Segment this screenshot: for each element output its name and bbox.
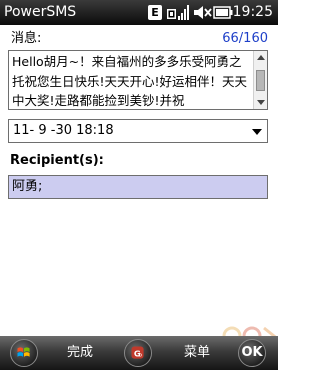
svg-text:b: b [138,353,142,359]
schedule-date-value: 11- 9 -30 18:18 [13,123,114,138]
message-label: 消息: [11,31,42,46]
windows-logo-icon [17,347,30,357]
message-text: Hello胡月~！来自福州的多多乐受阿勇之托祝您生日快乐!天天开心!好运相伴！天… [12,54,248,108]
softkey-bar: 完成 G b 菜单 OK [0,336,278,370]
keyboard-input-icon: G b [131,346,144,359]
scroll-up-icon[interactable] [257,55,265,60]
scroll-thumb[interactable] [256,70,265,91]
sound-muted-icon [194,6,212,19]
chevron-down-icon[interactable] [252,129,262,135]
done-softkey[interactable]: 完成 [60,345,100,361]
recipients-value: 阿勇; [12,179,43,194]
character-counter: 66/160 [222,31,268,46]
recipients-label: Recipient(s): [10,153,104,168]
start-button[interactable] [10,339,38,367]
ok-button[interactable]: OK [238,339,266,367]
message-scrollbar[interactable] [253,51,267,109]
title-bar: PowerSMS E 19:25 [0,0,278,25]
clock: 19:25 [232,4,273,20]
menu-softkey[interactable]: 菜单 [175,345,219,361]
message-textarea[interactable]: Hello胡月~！来自福州的多多乐受阿勇之托祝您生日快乐!天天开心!好运相伴！天… [8,50,268,110]
edge-icon: E [148,5,162,20]
app-title: PowerSMS [4,4,77,20]
signal-icon [167,5,189,20]
schedule-date-dropdown[interactable]: 11- 9 -30 18:18 [8,119,268,143]
scroll-down-icon[interactable] [257,100,265,105]
recipients-input[interactable]: 阿勇; [8,175,268,199]
input-method-button[interactable]: G b [124,339,152,367]
battery-icon [213,6,233,19]
